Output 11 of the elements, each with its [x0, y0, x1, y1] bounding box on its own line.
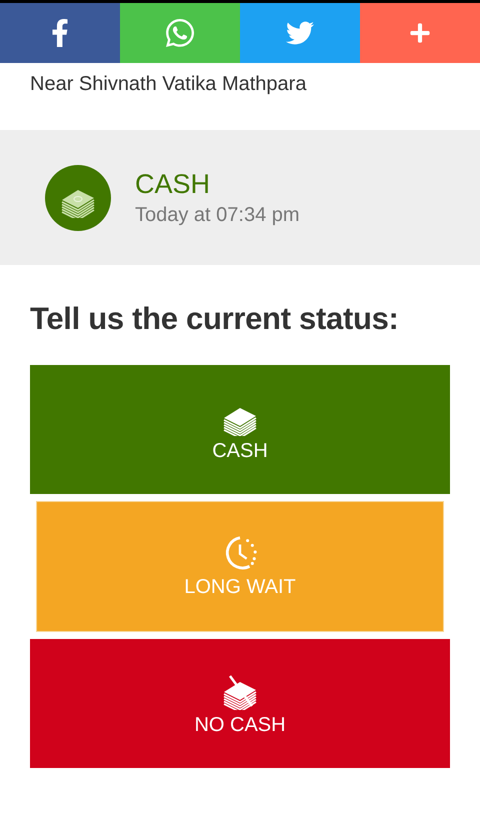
- status-button[interactable]: NO CASH: [30, 639, 450, 768]
- report-time: Today at 07:34 pm: [135, 204, 300, 226]
- status-button[interactable]: CASH: [30, 365, 450, 494]
- status-text: CASH: [135, 168, 212, 200]
- twitter-icon: [286, 19, 314, 47]
- share-button[interactable]: [0, 3, 120, 63]
- plus-icon: [409, 22, 431, 44]
- address-text: Near Shivnath Vatika Mathpara: [29, 72, 308, 97]
- whatsapp-icon: [164, 17, 196, 49]
- section-heading: Tell us the current status:: [30, 300, 400, 338]
- share-button[interactable]: [240, 3, 360, 63]
